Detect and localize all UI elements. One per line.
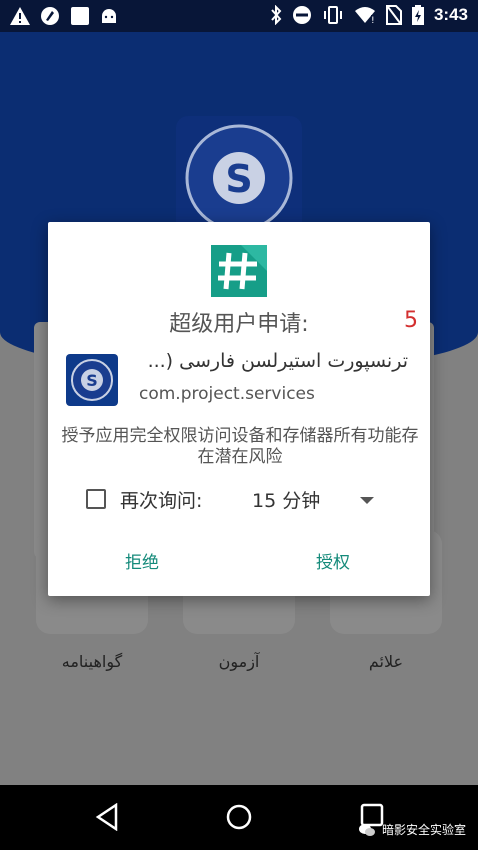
navigation-bar: 暗影安全实验室: [0, 785, 478, 850]
tile-label-license: گواهینامه: [61, 652, 123, 671]
wechat-icon: [358, 823, 375, 836]
android-icon: [102, 9, 116, 23]
do-not-disturb-icon: [292, 6, 311, 24]
status-left-icons: [10, 6, 118, 26]
countdown-counter: 5: [404, 308, 418, 333]
remember-choice-row: 再次询问: 15 分钟: [86, 486, 416, 516]
requesting-app-name: ترنسپورت استیرلسن فارسی (...: [147, 350, 408, 372]
home-icon[interactable]: [225, 803, 253, 831]
risk-warning-text: 授予应用完全权限访问设备和存储器所有功能存在潜在风险: [61, 426, 419, 467]
status-time: 3:43: [433, 5, 468, 24]
screenshot-icon: [71, 7, 89, 25]
vibrate-icon: [323, 6, 342, 24]
dropdown-arrow-icon[interactable]: [360, 497, 374, 504]
back-icon[interactable]: [94, 803, 120, 831]
grant-button[interactable]: 授权: [316, 548, 350, 573]
remember-checkbox[interactable]: [86, 489, 106, 509]
supersu-hash-icon: [211, 245, 267, 297]
svg-text:S: S: [86, 371, 98, 390]
watermark: 暗影安全实验室: [358, 821, 466, 838]
svg-text:S: S: [225, 157, 252, 201]
android-debug-icon: [41, 7, 59, 25]
no-sim-icon: [385, 5, 402, 25]
tile-label-signs: علائم: [368, 652, 404, 671]
wifi-icon: !: [354, 7, 375, 24]
deny-button[interactable]: 拒绝: [125, 548, 159, 573]
svg-text:!: !: [371, 16, 375, 24]
dialog-title: 超级用户申请:: [169, 312, 309, 337]
status-bar: ! 3:43: [0, 0, 478, 32]
duration-select[interactable]: 15 分钟: [252, 486, 320, 513]
superuser-request-dialog: 超级用户申请: 5 S ترنسپورت استیرلسن فارسی (...…: [48, 222, 430, 596]
tile-label-exam: آزمون: [218, 652, 260, 671]
requesting-app-icon: S: [66, 354, 118, 406]
watermark-text: 暗影安全实验室: [381, 823, 466, 837]
requesting-app-package: com.project.services: [139, 384, 315, 404]
remember-label: 再次询问:: [120, 490, 203, 512]
status-right-icons: ! 3:43: [270, 5, 468, 25]
warning-icon: [10, 7, 30, 25]
bluetooth-icon: [271, 5, 282, 25]
battery-charging-icon: [411, 5, 424, 25]
